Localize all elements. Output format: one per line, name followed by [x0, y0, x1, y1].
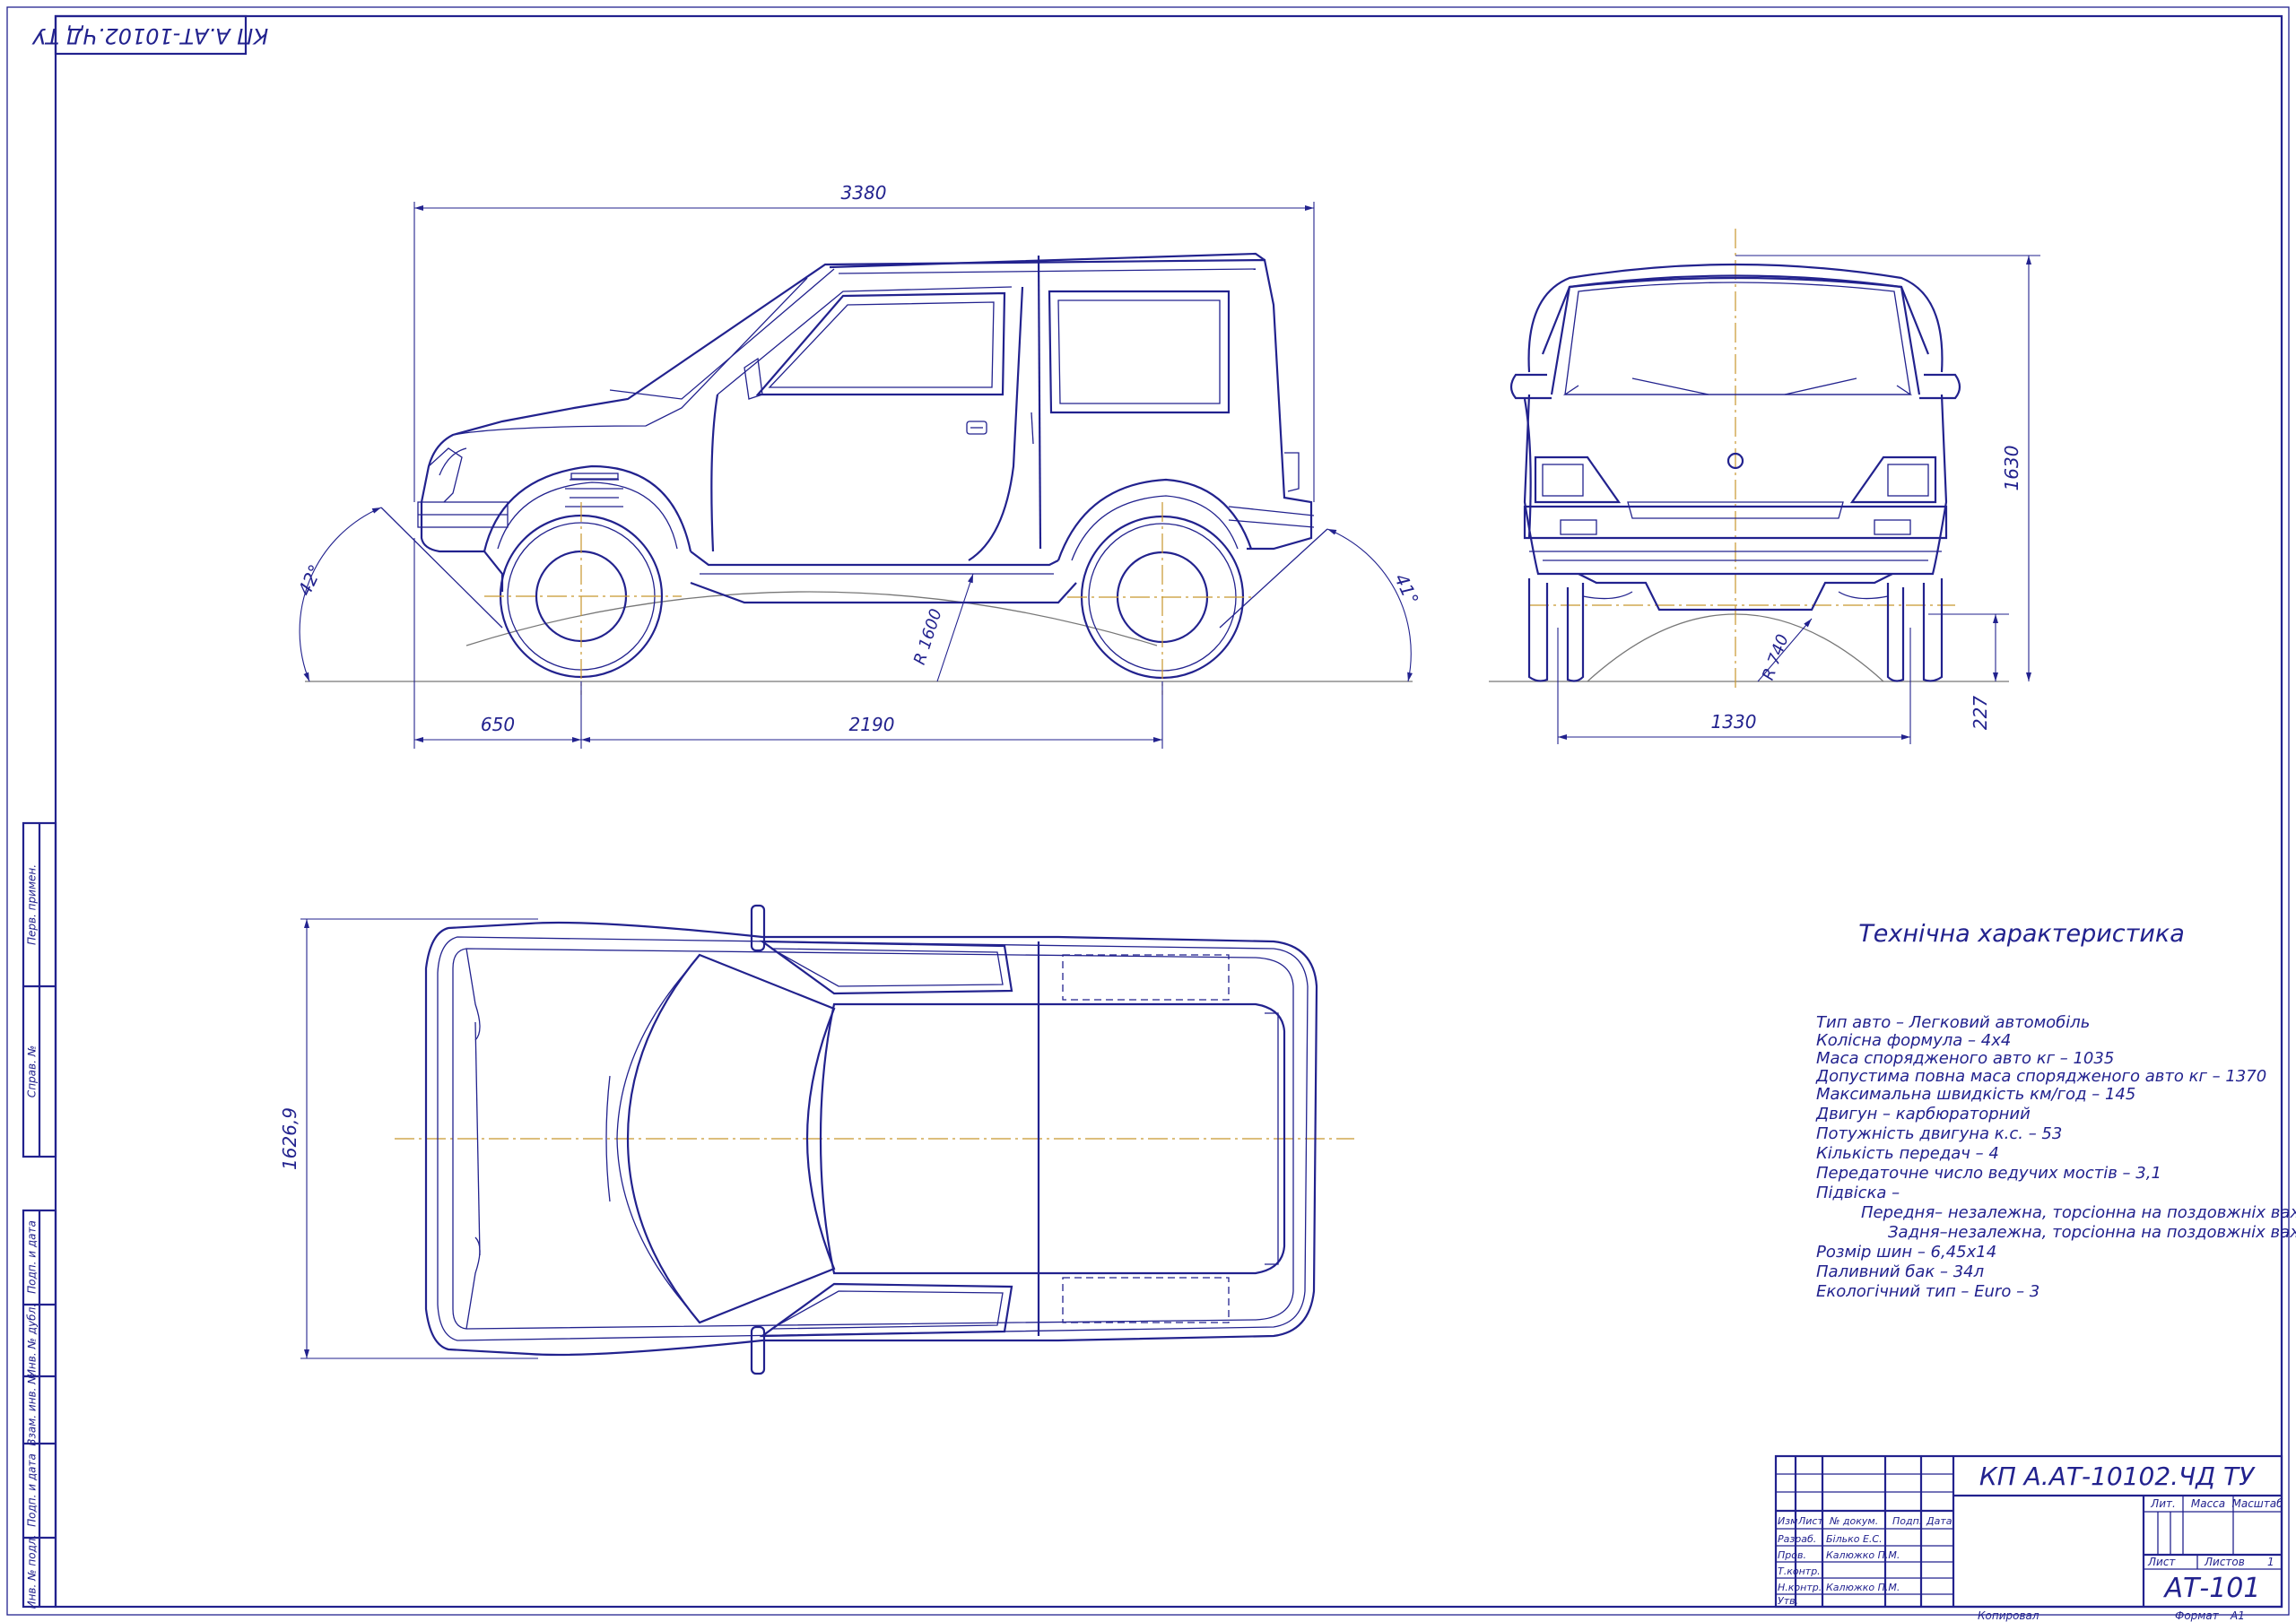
hdr-lit: Лит.: [2150, 1497, 2176, 1510]
dim-track: 1330: [1711, 711, 1757, 733]
spec-line-15: Екологічний тип – Euro – 3: [1816, 1282, 2039, 1301]
sheet-frame: [6, 6, 2290, 1616]
ramp-arc: [465, 591, 1158, 646]
corner-stamp-text: КП А.АТ-10102.ЧД ТУ: [31, 23, 268, 48]
corner-stamp: КП А.АТ-10102.ЧД ТУ: [31, 14, 268, 56]
spec-line-4: Допустима повна маса спорядженого авто к…: [1815, 1067, 2266, 1086]
role-4-name: Калюжко П.М.: [1826, 1582, 1900, 1593]
hdr-scale: Масштаб: [2231, 1497, 2283, 1510]
specifications: Технічна характеристика Тип авто – Легко…: [1815, 920, 2296, 1301]
dim-front-radius: R 740: [1759, 632, 1793, 683]
strip-label-1: Перв. примен.: [26, 864, 39, 945]
front-view: 1630 227 1330 R 740: [1489, 229, 2040, 744]
body-outline: [420, 258, 1313, 592]
dim-ramp-radius: R 1600: [910, 607, 946, 667]
suspension-spring: [565, 473, 623, 507]
side-view: 3380 650 2190 42° 41° R 1600: [293, 182, 1423, 749]
spec-line-7: Потужність двигуна к.с. – 53: [1816, 1124, 2062, 1143]
dim-overall-length: 3380: [841, 182, 887, 204]
role-1: Разраб.: [1778, 1533, 1816, 1545]
dim-approach-angle: 42°: [293, 561, 326, 599]
dim-clearance: 227: [1970, 696, 1991, 730]
strip-label-6: Подп. и дата: [26, 1453, 39, 1527]
spec-line-1: Тип авто – Легковий автомобіль: [1816, 1013, 2090, 1032]
hdr-sign: Подп.: [1892, 1515, 1922, 1527]
hdr-date: Дата: [1926, 1515, 1952, 1527]
spec-line-9: Передаточне число ведучих мостів – 3,1: [1816, 1164, 2161, 1183]
hdr-change: Изм: [1778, 1515, 1797, 1527]
role-1-name: Білько Е.С.: [1826, 1533, 1883, 1545]
spec-line-10: Підвіска –: [1816, 1184, 1900, 1202]
spec-line-6: Двигун – карбюраторний: [1815, 1105, 2031, 1123]
format-label: Формат: [2175, 1609, 2220, 1622]
title-block: КП А.АТ-10102.ЧД ТУ АТ-101 Лит. Масса Ма…: [1774, 1454, 2283, 1622]
spec-line-12: Задня–незалежна, торсіонна на поздовжніх…: [1888, 1223, 2296, 1242]
side-strip: Перв. примен. Справ. № Подп. и дата Инв.…: [22, 821, 57, 1609]
top-view: 1626,9: [279, 904, 1354, 1375]
hdr-sheet2: Лист: [2147, 1556, 2176, 1568]
dim-departure-angle: 41°: [1390, 570, 1423, 608]
hdr-sheet: Лист: [1797, 1515, 1823, 1527]
role-2-name: Калюжко П.М.: [1826, 1549, 1900, 1561]
spec-line-2: Колісна формула – 4х4: [1816, 1031, 2011, 1050]
spec-line-8: Кількість передач – 4: [1816, 1144, 1999, 1163]
spec-line-3: Маса спорядженого авто кг – 1035: [1816, 1049, 2114, 1068]
hdr-sheets-count: 1: [2267, 1556, 2274, 1568]
role-4: Н.контр.: [1778, 1582, 1822, 1593]
strip-label-4: Инв. № дубл.: [26, 1304, 39, 1377]
dim-wheelbase: 2190: [849, 714, 895, 735]
role-5: Утв.: [1778, 1595, 1798, 1607]
role-2: Пров.: [1778, 1549, 1806, 1561]
title-code: КП А.АТ-10102.ЧД ТУ: [1979, 1462, 2256, 1491]
copied-label: Копировал: [1978, 1609, 2039, 1622]
spec-line-5: Максимальна швидкість км/год – 145: [1816, 1085, 2135, 1104]
strip-label-3: Подп. и дата: [26, 1220, 39, 1294]
dim-front-overhang: 650: [481, 714, 515, 735]
spec-line-11: Передня– незалежна, торсіонна на поздовж…: [1861, 1203, 2296, 1222]
role-3: Т.контр.: [1778, 1566, 1821, 1577]
hdr-mass: Масса: [2191, 1497, 2225, 1510]
specs-title: Технічна характеристика: [1858, 920, 2185, 948]
drawing-sheet: КП А.АТ-10102.ЧД ТУ Перв. примен. Справ.…: [6, 6, 2296, 1622]
spec-line-13: Розмір шин – 6,45х14: [1816, 1243, 1996, 1262]
format-value: А1: [2230, 1609, 2245, 1622]
strip-label-2: Справ. №: [26, 1045, 39, 1097]
strip-label-5: Взам. инв. №: [26, 1373, 39, 1445]
spec-line-14: Паливний бак – 34л: [1816, 1262, 1984, 1281]
dim-height: 1630: [2001, 446, 2022, 491]
strip-label-7: Инв. № подл.: [26, 1535, 39, 1609]
dim-width: 1626,9: [279, 1107, 300, 1170]
hdr-sheets: Листов: [2204, 1556, 2245, 1568]
title-designation: АТ-101: [2163, 1573, 2261, 1604]
hdr-doc: № докум.: [1829, 1515, 1878, 1527]
